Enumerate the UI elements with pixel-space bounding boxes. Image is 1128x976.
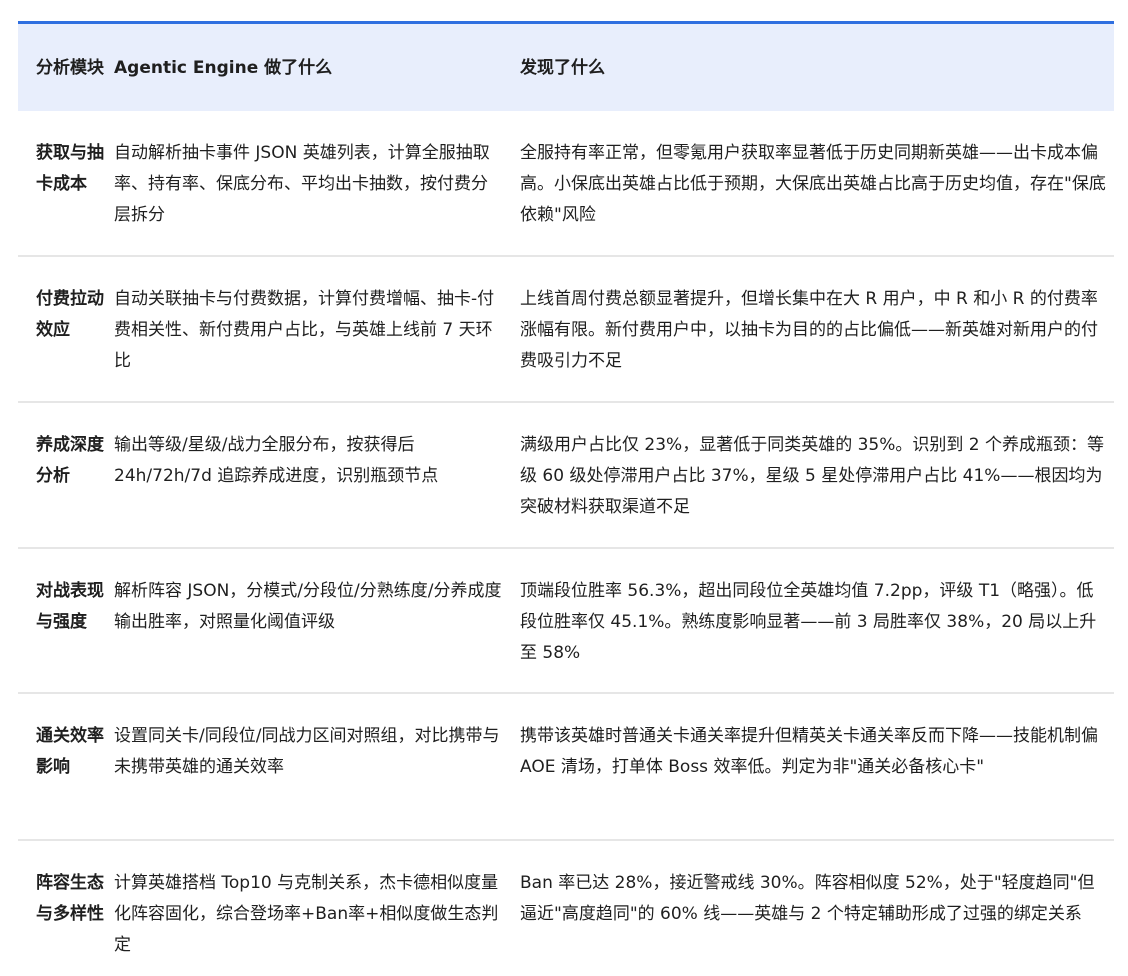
table-row: 养成深度分析 输出等级/星级/战力全服分布，按获得后 24h/72h/7d 追踪… (18, 402, 1114, 548)
table-row: 阵容生态与多样性 计算英雄搭档 Top10 与克制关系，杰卡德相似度量化阵容固化… (18, 840, 1114, 976)
row-engine-cell: 计算英雄搭档 Top10 与克制关系，杰卡德相似度量化阵容固化，综合登场率+Ba… (114, 873, 499, 955)
row-found-cell: 顶端段位胜率 56.3%，超出同段位全英雄均值 7.2pp，评级 T1（略强）。… (520, 581, 1097, 663)
row-engine-cell: 输出等级/星级/战力全服分布，按获得后 24h/72h/7d 追踪养成进度，识别… (114, 435, 439, 486)
table-body: 获取与抽卡成本 自动解析抽卡事件 JSON 英雄列表，计算全服抽取率、持有率、保… (18, 111, 1114, 976)
row-module-cell: 对战表现与强度 (36, 581, 104, 632)
table-header: 分析模块 Agentic Engine 做了什么 发现了什么 (18, 22, 1114, 111)
analysis-table-container: 分析模块 Agentic Engine 做了什么 发现了什么 获取与抽卡成本 自… (18, 21, 1114, 976)
row-found-cell: 满级用户占比仅 23%，显著低于同类英雄的 35%。识别到 2 个养成瓶颈：等级… (520, 435, 1105, 517)
table-row: 付费拉动效应 自动关联抽卡与付费数据，计算付费增幅、抽卡-付费相关性、新付费用户… (18, 256, 1114, 402)
header-engine: Agentic Engine 做了什么 (114, 57, 333, 78)
row-module-cell: 通关效率影响 (36, 726, 104, 777)
table-row: 通关效率影响 设置同关卡/同段位/同战力区间对照组，对比携带与未携带英雄的通关效… (18, 693, 1114, 840)
row-found-cell: 携带该英雄时普通关卡通关率提升但精英关卡通关率反而下降——技能机制偏 AOE 清… (520, 726, 1098, 777)
row-found-cell: 全服持有率正常，但零氪用户获取率显著低于历史同期新英雄——出卡成本偏高。小保底出… (520, 143, 1106, 225)
row-module-cell: 付费拉动效应 (36, 289, 104, 340)
row-found-cell: Ban 率已达 28%，接近警戒线 30%。阵容相似度 52%，处于"轻度趋同"… (520, 873, 1095, 924)
row-module-cell: 阵容生态与多样性 (36, 873, 104, 924)
analysis-table: 分析模块 Agentic Engine 做了什么 发现了什么 获取与抽卡成本 自… (18, 21, 1114, 976)
header-found: 发现了什么 (520, 57, 605, 78)
table-row: 获取与抽卡成本 自动解析抽卡事件 JSON 英雄列表，计算全服抽取率、持有率、保… (18, 111, 1114, 256)
row-engine-cell: 自动解析抽卡事件 JSON 英雄列表，计算全服抽取率、持有率、保底分布、平均出卡… (114, 143, 490, 225)
table-row: 对战表现与强度 解析阵容 JSON，分模式/分段位/分熟练度/分养成度输出胜率，… (18, 548, 1114, 693)
row-found-cell: 上线首周付费总额显著提升，但增长集中在大 R 用户，中 R 和小 R 的付费率涨… (520, 289, 1098, 371)
header-module: 分析模块 (36, 57, 104, 78)
row-engine-cell: 自动关联抽卡与付费数据，计算付费增幅、抽卡-付费相关性、新付费用户占比，与英雄上… (114, 289, 495, 371)
row-engine-cell: 设置同关卡/同段位/同战力区间对照组，对比携带与未携带英雄的通关效率 (114, 726, 500, 777)
row-module-cell: 养成深度分析 (36, 435, 104, 486)
row-module-cell: 获取与抽卡成本 (36, 143, 104, 194)
row-engine-cell: 解析阵容 JSON，分模式/分段位/分熟练度/分养成度输出胜率，对照量化阈值评级 (114, 581, 502, 632)
header-row: 分析模块 Agentic Engine 做了什么 发现了什么 (18, 22, 1114, 111)
